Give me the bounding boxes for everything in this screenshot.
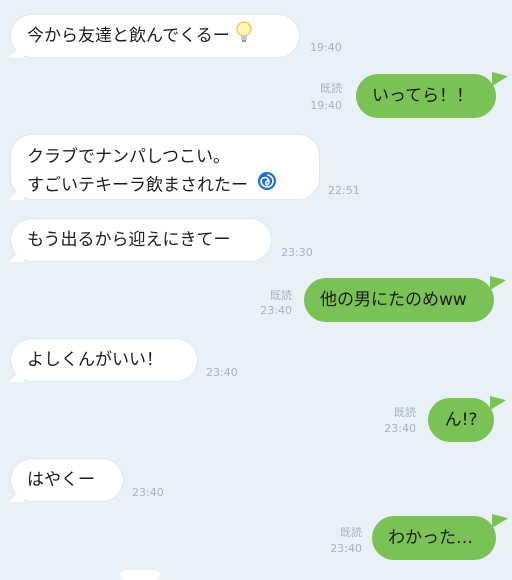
cyclone-icon [257, 171, 277, 200]
read-receipt: 既読 [320, 82, 342, 95]
timestamp: 23:40 [330, 542, 362, 555]
message-bubble-received[interactable]: もう出るから迎えにきてー [10, 218, 272, 262]
message-text: わかった… [388, 527, 473, 548]
read-receipt: 既読 [270, 289, 292, 302]
bubble-tail [492, 72, 508, 86]
timestamp: 23:30 [281, 246, 313, 259]
message-bubble-sent[interactable]: 他の男にたのめww [304, 278, 494, 322]
timestamp: 23:40 [132, 486, 164, 499]
message-bubble-received[interactable]: はやくー [10, 458, 124, 502]
message-text-line-2: すごいテキーラ飲まされたー [27, 175, 248, 196]
bubble-tail [492, 514, 508, 528]
message-text: もう出るから迎えにきてー [27, 229, 231, 250]
next-message-bubble-partial [120, 570, 160, 580]
timestamp: 19:40 [310, 41, 342, 54]
message-text-line-1: クラブでナンパしつこい。 [27, 147, 230, 167]
message-bubble-sent[interactable]: ん!? [428, 398, 494, 442]
message-bubble-received[interactable]: よしくんがいい！ [10, 338, 198, 382]
message-bubble-sent[interactable]: わかった… [372, 516, 496, 560]
message-bubble-received[interactable]: 今から友達と飲んでくるー [10, 14, 300, 58]
timestamp: 23:40 [260, 304, 292, 317]
read-receipt: 既読 [340, 526, 362, 539]
message-text: 他の男にたのめww [320, 289, 467, 310]
message-text: はやくー [27, 469, 95, 490]
message-text: 今から友達と飲んでくるー [27, 25, 230, 46]
bubble-tail [490, 276, 506, 290]
bubble-tail [490, 396, 506, 410]
timestamp: 23:40 [206, 366, 238, 379]
message-text: よしくんがいい！ [27, 349, 163, 370]
read-receipt: 既読 [394, 406, 416, 419]
message-text: いってら！！ [372, 85, 474, 106]
timestamp: 22:51 [328, 184, 360, 197]
message-bubble-sent[interactable]: いってら！！ [356, 74, 496, 118]
timestamp: 23:40 [384, 422, 416, 435]
message-text: ん!? [444, 409, 478, 430]
message-bubble-received[interactable]: クラブでナンパしつこい。 すごいテキーラ飲まされたー [10, 134, 320, 200]
lightbulb-icon [234, 20, 254, 52]
timestamp: 19:40 [310, 99, 342, 112]
